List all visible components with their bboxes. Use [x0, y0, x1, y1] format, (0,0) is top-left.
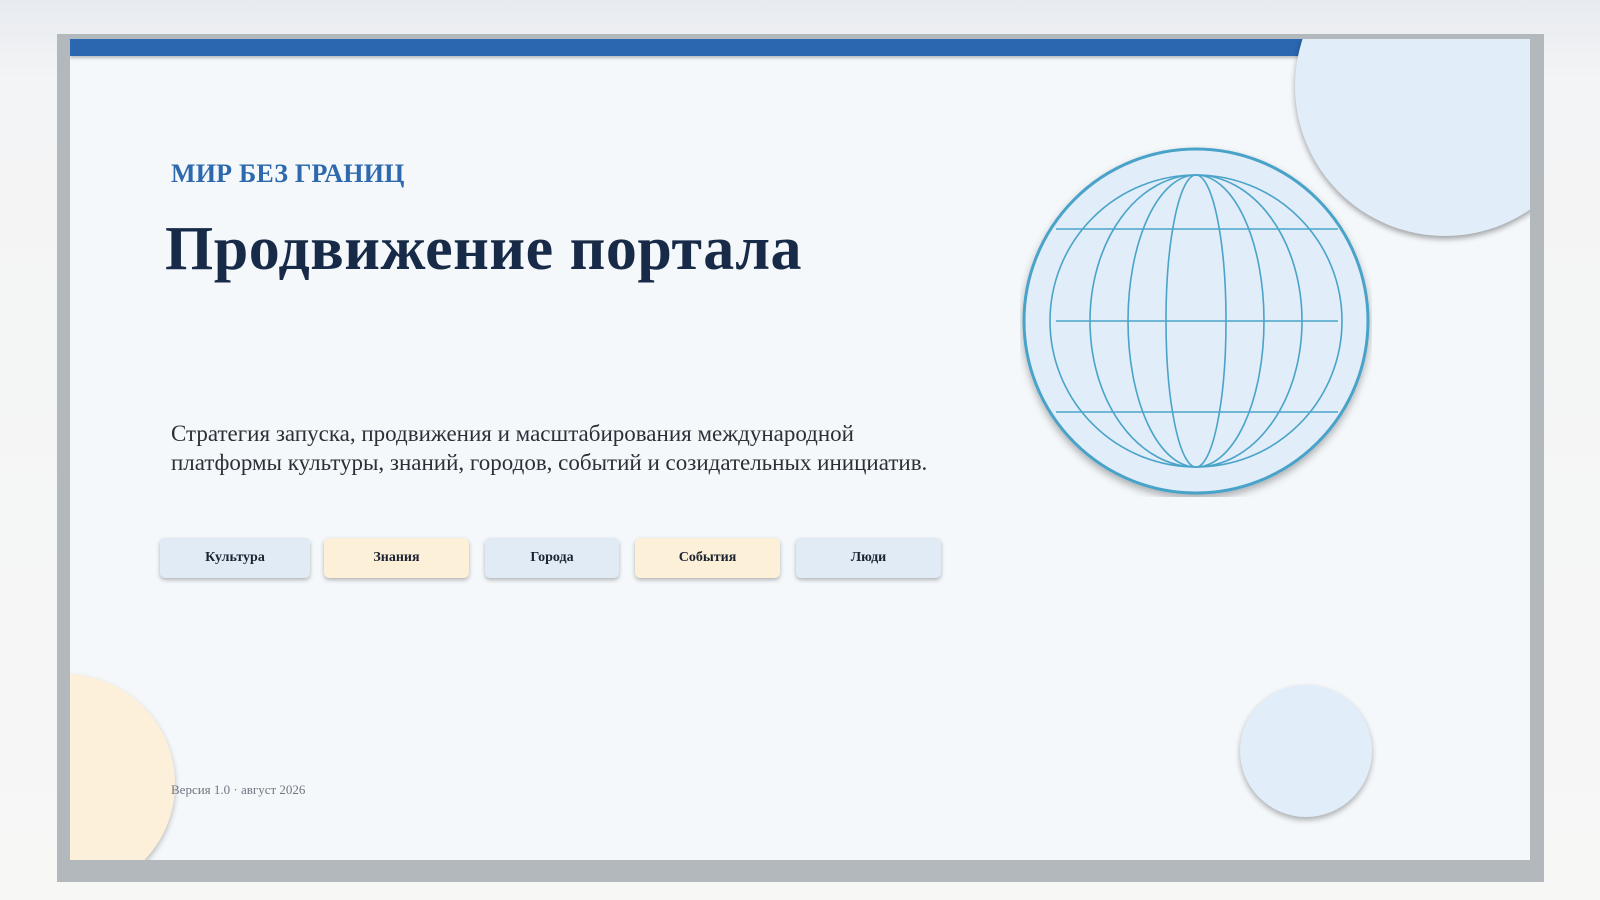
slide-title: Продвижение портала [165, 215, 803, 283]
top-accent-bar [70, 39, 1305, 56]
decorative-circle-bottom-left [70, 674, 175, 860]
slide-kicker: МИР БЕЗ ГРАНИЦ [171, 159, 405, 188]
tag-events: События [635, 538, 780, 578]
slide-lead-text: Стратегия запуска, продвижения и масштаб… [171, 421, 928, 475]
version-label: Версия 1.0 · август 2026 [171, 782, 306, 797]
slide: МИР БЕЗ ГРАНИЦ Продвижение портала Страт… [70, 39, 1530, 860]
tag-knowledge: Знания [324, 538, 469, 578]
decorative-circle-bottom-right [1240, 685, 1372, 817]
tag-cities: Города [485, 538, 619, 578]
globe-icon [1022, 147, 1370, 495]
tag-people: Люди [796, 538, 941, 578]
tag-culture: Культура [160, 538, 310, 578]
